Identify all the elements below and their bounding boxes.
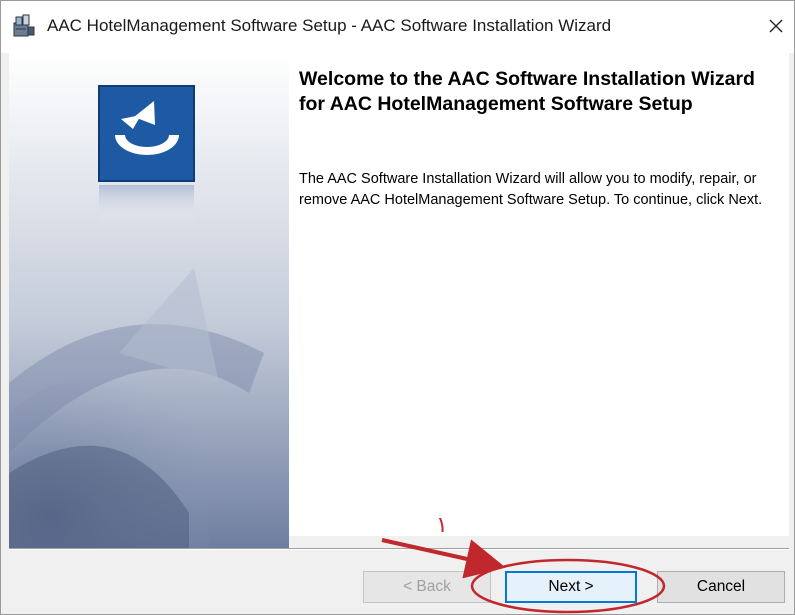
- installer-package-icon: [13, 14, 35, 37]
- cancel-button[interactable]: Cancel: [657, 571, 785, 603]
- wizard-side-banner: [9, 53, 289, 548]
- banner-graphic: [9, 53, 289, 548]
- aac-setup-logo-icon: [98, 85, 195, 225]
- button-separator: [9, 548, 789, 550]
- back-button[interactable]: < Back: [363, 571, 491, 603]
- setup-wizard-window: AAC HotelManagement Software Setup - AAC…: [0, 0, 795, 615]
- next-button[interactable]: Next >: [505, 571, 637, 603]
- title-bar[interactable]: AAC HotelManagement Software Setup - AAC…: [1, 1, 794, 53]
- welcome-heading: Welcome to the AAC Software Installation…: [299, 68, 755, 115]
- welcome-content-panel: Welcome to the AAC Software Installation…: [289, 53, 789, 536]
- close-icon: [769, 19, 783, 33]
- welcome-body-text: The AAC Software Installation Wizard wil…: [299, 171, 763, 208]
- window-title: AAC HotelManagement Software Setup - AAC…: [47, 16, 612, 35]
- close-button[interactable]: [759, 7, 793, 45]
